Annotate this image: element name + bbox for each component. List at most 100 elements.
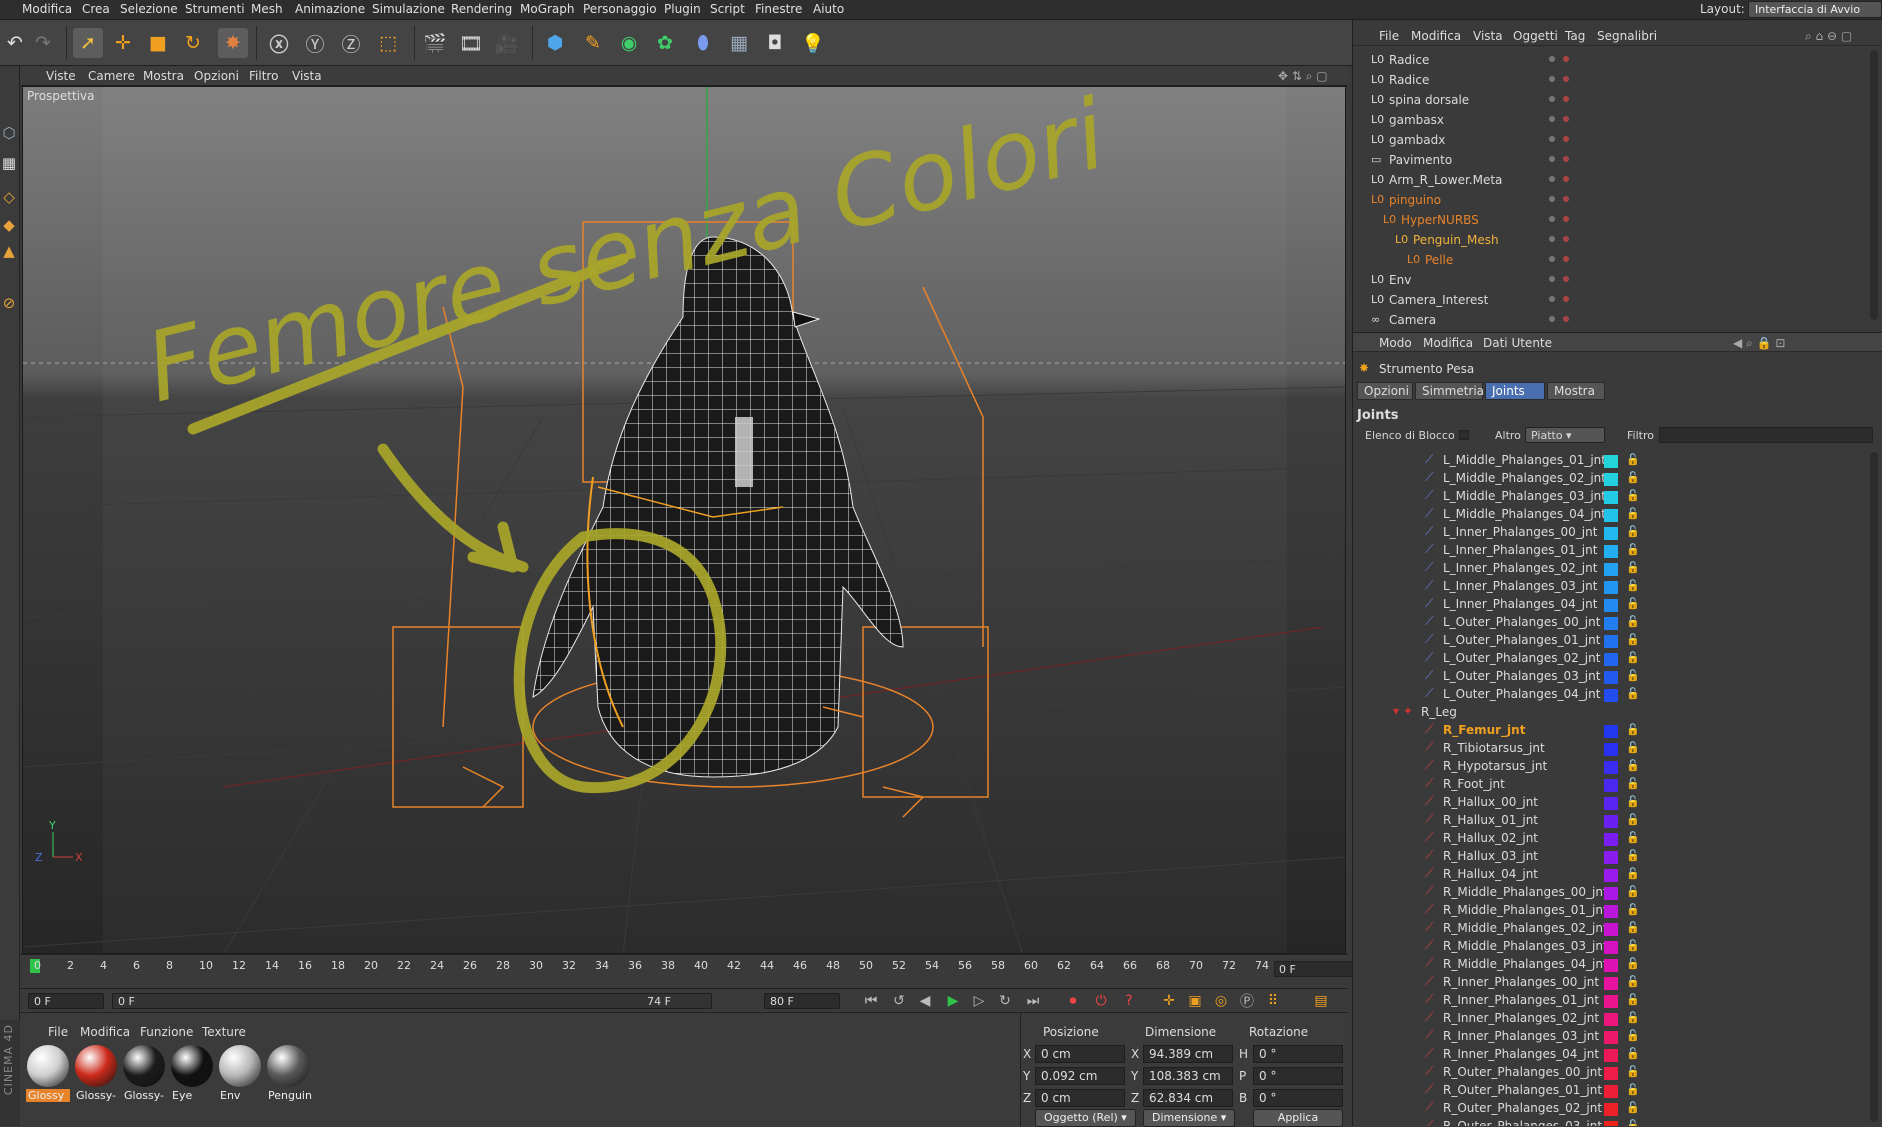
joint-row[interactable]: ⟋ R_Hallux_03_jnt 🔓: [1353, 848, 1873, 866]
joint-color-swatch[interactable]: [1604, 473, 1618, 486]
joint-color-swatch[interactable]: [1604, 581, 1618, 594]
joint-lock-icon[interactable]: 🔓: [1626, 849, 1640, 862]
play-icon[interactable]: ▶: [942, 991, 964, 1011]
menu-mesh[interactable]: Mesh: [251, 2, 283, 16]
visibility-render-dot[interactable]: [1563, 216, 1569, 222]
step-forward-icon[interactable]: ▷: [968, 991, 990, 1011]
camera-icon[interactable]: ◘: [760, 28, 790, 58]
attr-menu-modo[interactable]: Modo: [1379, 336, 1412, 350]
edges-mode-icon[interactable]: ◆: [0, 212, 18, 238]
joint-lock-icon[interactable]: 🔓: [1626, 921, 1640, 934]
viewport-menu-vista[interactable]: Vista: [292, 69, 322, 83]
object-row[interactable]: L0 Pelle: [1353, 250, 1882, 270]
joint-lock-icon[interactable]: 🔓: [1626, 1047, 1640, 1060]
rot-p-field[interactable]: 0 °: [1253, 1067, 1343, 1085]
joint-row[interactable]: ⟋ R_Hallux_00_jnt 🔓: [1353, 794, 1873, 812]
nurbs-icon[interactable]: ◉: [614, 28, 644, 58]
visibility-editor-dot[interactable]: [1549, 96, 1555, 102]
joint-lock-icon[interactable]: 🔓: [1626, 1101, 1640, 1114]
joint-row[interactable]: ⟋ R_Inner_Phalanges_03_jnt 🔓: [1353, 1028, 1873, 1046]
go-to-start-icon[interactable]: ⏮: [860, 991, 882, 1011]
joint-color-swatch[interactable]: [1604, 887, 1618, 900]
key-scale-icon[interactable]: ▣: [1184, 991, 1206, 1011]
weight-brush-icon[interactable]: ✸: [218, 28, 248, 58]
tab-opzioni[interactable]: Opzioni: [1357, 382, 1413, 400]
joint-row[interactable]: ⟋ L_Inner_Phalanges_00_jnt 🔓: [1353, 524, 1873, 542]
move-icon[interactable]: ✛: [108, 28, 138, 58]
object-row[interactable]: L0 Radice: [1353, 50, 1882, 70]
object-row[interactable]: L0 Env: [1353, 270, 1882, 290]
joint-lock-icon[interactable]: 🔓: [1626, 651, 1640, 664]
object-menu-file[interactable]: File: [1379, 29, 1399, 43]
render-picture-viewer-icon[interactable]: 🎞: [456, 28, 486, 58]
start-frame-field[interactable]: 0 F: [28, 993, 104, 1009]
joint-color-swatch[interactable]: [1604, 923, 1618, 936]
snap-icon[interactable]: ⊘: [0, 290, 18, 316]
menu-crea[interactable]: Crea: [82, 2, 110, 16]
attr-menu-modifica[interactable]: Modifica: [1423, 336, 1473, 350]
joint-color-swatch[interactable]: [1604, 527, 1618, 540]
joint-lock-icon[interactable]: 🔓: [1626, 723, 1640, 736]
joint-lock-icon[interactable]: 🔓: [1626, 1065, 1640, 1078]
menu-aiuto[interactable]: Aiuto: [813, 2, 844, 16]
joint-color-swatch[interactable]: [1604, 1049, 1618, 1062]
joint-row[interactable]: ⟋ R_Outer_Phalanges_00_jnt 🔓: [1353, 1064, 1873, 1082]
z-axis-icon[interactable]: Ⓩ: [336, 28, 366, 58]
size-mode-select[interactable]: Dimensione ▾: [1143, 1109, 1236, 1127]
select-arrow-icon[interactable]: ➚: [73, 28, 103, 58]
menu-personaggio[interactable]: Personaggio: [583, 2, 657, 16]
visibility-editor-dot[interactable]: [1549, 56, 1555, 62]
joint-lock-icon[interactable]: 🔓: [1626, 777, 1640, 790]
pos-x-field[interactable]: 0 cm: [1035, 1045, 1125, 1063]
joint-row[interactable]: ⟋ R_Foot_jnt 🔓: [1353, 776, 1873, 794]
object-scrollbar[interactable]: [1870, 50, 1878, 320]
timeline[interactable]: 0 2 4 6 8 10 12 14 16 18 20 22 24 26 28 30 32 34 36 38 40 42 4…: [20, 954, 1364, 988]
object-menu-segnalibri[interactable]: Segnalibri: [1597, 29, 1657, 43]
visibility-render-dot[interactable]: [1563, 196, 1569, 202]
joint-color-swatch[interactable]: [1604, 545, 1618, 558]
joint-color-swatch[interactable]: [1604, 995, 1618, 1008]
joint-color-swatch[interactable]: [1604, 455, 1618, 468]
joint-row[interactable]: ⟋ L_Outer_Phalanges_01_jnt 🔓: [1353, 632, 1873, 650]
visibility-editor-dot[interactable]: [1549, 76, 1555, 82]
light-icon[interactable]: 💡: [798, 28, 828, 58]
joint-lock-icon[interactable]: 🔓: [1626, 993, 1640, 1006]
object-row[interactable]: L0 spina dorsale: [1353, 90, 1882, 110]
object-row[interactable]: ▭ Pavimento: [1353, 150, 1882, 170]
menu-strumenti[interactable]: Strumenti: [185, 2, 245, 16]
visibility-render-dot[interactable]: [1563, 176, 1569, 182]
material-menu-texture[interactable]: Texture: [202, 1025, 246, 1039]
menu-simulazione[interactable]: Simulazione: [372, 2, 445, 16]
joint-color-swatch[interactable]: [1604, 671, 1618, 684]
preview-range-slider[interactable]: 0 F 74 F: [112, 993, 712, 1009]
material-menu-file[interactable]: File: [48, 1025, 68, 1039]
menu-plugin[interactable]: Plugin: [664, 2, 701, 16]
points-mode-icon[interactable]: ◇: [0, 184, 18, 210]
floor-icon[interactable]: ▦: [724, 28, 754, 58]
object-menu-vista[interactable]: Vista: [1473, 29, 1503, 43]
layout-select[interactable]: Interfaccia di Avvio: [1748, 1, 1882, 18]
visibility-render-dot[interactable]: [1563, 56, 1569, 62]
joint-lock-icon[interactable]: 🔓: [1626, 939, 1640, 952]
joint-row[interactable]: ⟋ L_Inner_Phalanges_03_jnt 🔓: [1353, 578, 1873, 596]
joint-lock-icon[interactable]: 🔓: [1626, 579, 1640, 592]
joint-lock-icon[interactable]: 🔓: [1626, 759, 1640, 772]
joint-row[interactable]: ⟋ L_Outer_Phalanges_04_jnt 🔓: [1353, 686, 1873, 704]
joint-lock-icon[interactable]: 🔓: [1626, 1083, 1640, 1096]
other-select[interactable]: Piatto ▾: [1525, 427, 1605, 443]
joint-lock-icon[interactable]: 🔓: [1626, 669, 1640, 682]
joint-color-swatch[interactable]: [1604, 1121, 1618, 1126]
joint-lock-icon[interactable]: 🔓: [1626, 561, 1640, 574]
rotate-icon[interactable]: ↻: [178, 28, 208, 58]
visibility-editor-dot[interactable]: [1549, 296, 1555, 302]
joint-lock-icon[interactable]: 🔓: [1626, 1119, 1640, 1126]
joint-color-swatch[interactable]: [1604, 779, 1618, 792]
joint-color-swatch[interactable]: [1604, 959, 1618, 972]
attr-menu-dati-utente[interactable]: Dati Utente: [1483, 336, 1552, 350]
joint-row[interactable]: ⟋ L_Middle_Phalanges_03_jnt 🔓: [1353, 488, 1873, 506]
joint-row[interactable]: ⟋ R_Tibiotarsus_jnt 🔓: [1353, 740, 1873, 758]
joint-row[interactable]: ⟋ R_Hallux_04_jnt 🔓: [1353, 866, 1873, 884]
object-row[interactable]: L0 HyperNURBS: [1353, 210, 1882, 230]
joint-color-swatch[interactable]: [1604, 905, 1618, 918]
scale-icon[interactable]: ■: [143, 28, 173, 58]
